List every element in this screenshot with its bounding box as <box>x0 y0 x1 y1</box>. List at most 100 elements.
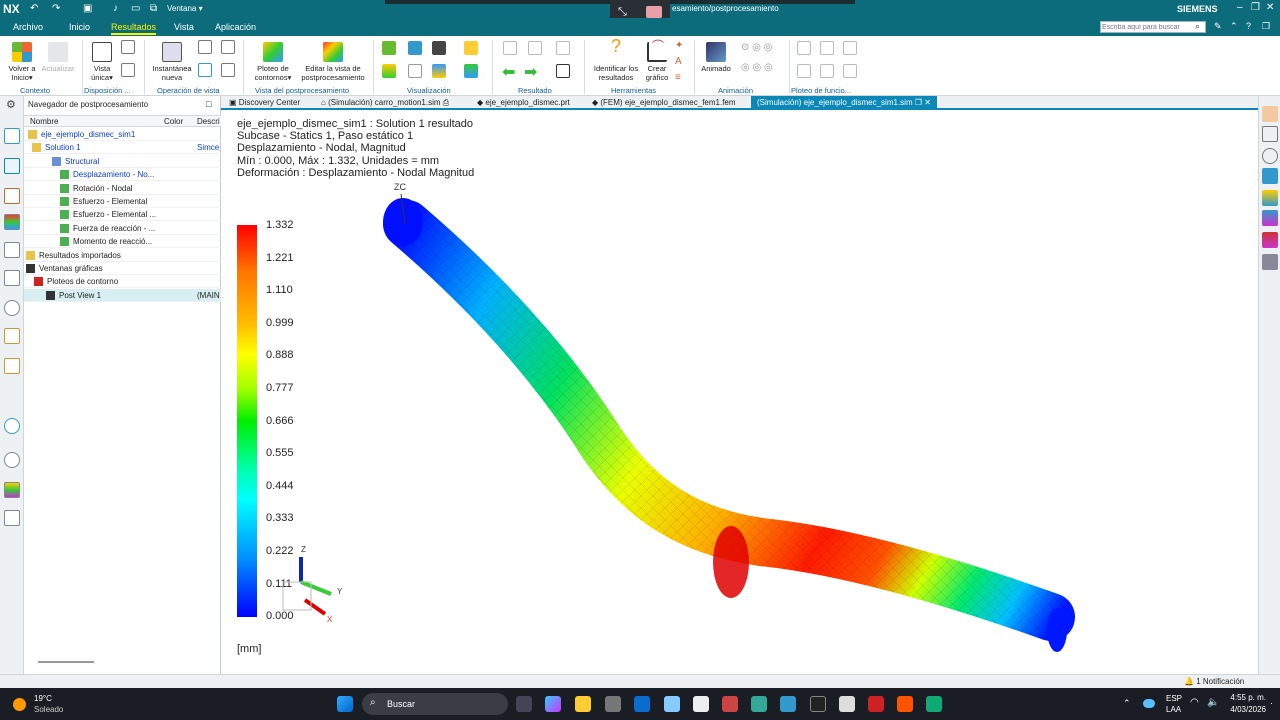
3d-app-icon[interactable] <box>926 696 942 712</box>
grid-icon[interactable] <box>4 242 20 258</box>
function-icon-6[interactable] <box>843 64 857 78</box>
create-graph-button[interactable]: ⌒ Crear gráfico <box>642 40 672 82</box>
web-icon[interactable] <box>4 418 20 434</box>
nx-taskbar-icon[interactable] <box>868 696 884 712</box>
brave-icon[interactable] <box>897 696 913 712</box>
search-icon[interactable]: ⌕ <box>1195 21 1200 32</box>
sim-navigator-icon[interactable] <box>4 188 20 204</box>
copy-icon[interactable]: ⧉ <box>150 3 157 14</box>
bell-icon[interactable] <box>4 300 20 316</box>
update-button[interactable]: Actualizar <box>40 42 76 73</box>
contour-plot-button[interactable]: Ploteo de contornos▾ <box>250 42 296 82</box>
group-disposicion[interactable]: Disposición ... <box>84 86 131 95</box>
tab-eje-fem[interactable]: ◆ (FEM) eje_ejemplo_dismec_fem1.fem <box>592 98 736 107</box>
nav-row[interactable]: Resultados importados <box>24 249 221 262</box>
display-icon-4[interactable] <box>464 41 478 55</box>
restore-small-icon[interactable]: ❐ <box>1262 21 1270 32</box>
horizontal-scrollbar[interactable] <box>38 661 94 663</box>
language-2[interactable]: LAA <box>1166 705 1181 714</box>
nav-row[interactable]: Desplazamiento - No... <box>24 168 221 182</box>
group-herramientas[interactable]: Herramientas <box>611 86 656 95</box>
function-icon-5[interactable] <box>820 64 834 78</box>
right-icon-6[interactable] <box>1262 210 1278 226</box>
notification-status[interactable]: 🔔 1 Notificación <box>1184 677 1244 686</box>
column-descripcion[interactable]: Descri <box>197 117 220 126</box>
notification-bell-icon[interactable]: · <box>1270 698 1273 708</box>
nav-row[interactable]: Rotación - Nodal <box>24 182 221 195</box>
close-icon[interactable]: ✕ <box>1266 2 1274 13</box>
view-op-icon-2[interactable] <box>221 40 235 54</box>
next-result-icon[interactable]: ➡ <box>524 62 537 82</box>
store-icon[interactable] <box>605 696 621 712</box>
tab-carro-motion[interactable]: ⌂ (Simulación) carro_motion1.sim ⎙ <box>321 98 449 108</box>
animate-button[interactable]: Animado <box>699 42 733 73</box>
previous-result-icon[interactable]: ⬅ <box>502 62 515 82</box>
result-icon-1[interactable] <box>503 41 517 55</box>
function-icon-4[interactable] <box>797 64 811 78</box>
tool-icon-3[interactable]: ≡ <box>675 72 689 86</box>
group-visualizacion[interactable]: Visualización <box>407 86 451 95</box>
cloud-icon[interactable] <box>1143 699 1155 708</box>
material-icon[interactable] <box>4 328 20 344</box>
display-icon-8[interactable] <box>464 64 478 78</box>
step-icon[interactable]: ◎ ◎ ◎ <box>741 62 773 73</box>
nav-row[interactable]: Esfuerzo - Elemental ... <box>24 208 221 222</box>
help-icon[interactable]: ? <box>1246 21 1251 31</box>
command-search[interactable]: ⌕ <box>1100 21 1206 33</box>
home-button[interactable]: Volver a Inicio▾ <box>6 42 38 82</box>
nav-row[interactable]: Momento de reacció... <box>24 235 221 249</box>
layout-icon[interactable] <box>121 63 135 77</box>
nav-row[interactable]: Structural <box>24 155 221 168</box>
wifi-icon[interactable]: ◠ <box>1190 697 1199 708</box>
window-menu[interactable]: Ventana ▾ <box>167 4 203 13</box>
sun-icon[interactable] <box>13 698 26 711</box>
customize-icon[interactable]: ✎ <box>1214 21 1222 32</box>
outlook-icon[interactable] <box>634 696 650 712</box>
display-icon-7[interactable] <box>432 64 446 78</box>
rotate-icon[interactable] <box>121 40 135 54</box>
tray-chevron-icon[interactable]: ⌃ <box>1123 698 1131 709</box>
assembly-navigator-icon[interactable] <box>4 128 20 144</box>
nav-row[interactable]: Ploteos de contorno <box>24 275 221 289</box>
redo-icon[interactable]: ↷ <box>52 3 60 14</box>
volume-icon[interactable]: 🔈 <box>1207 697 1219 708</box>
task-view-icon[interactable] <box>516 696 532 712</box>
nav-row[interactable]: Fuerza de reacción - ... <box>24 222 221 235</box>
clock-date[interactable]: 4/03/2026 <box>1230 705 1266 714</box>
result-icon-6[interactable] <box>556 64 570 78</box>
column-color[interactable]: Color <box>164 117 183 126</box>
nav-row[interactable]: Esfuerzo - Elemental <box>24 195 221 208</box>
language-1[interactable]: ESP <box>1166 694 1182 703</box>
menu-inicio[interactable]: Inicio <box>69 22 90 32</box>
menu-resultados[interactable]: Resultados <box>111 22 157 35</box>
menu-archivo[interactable]: Archivo <box>13 22 43 32</box>
tool-icon-1[interactable]: ✦ <box>675 40 689 54</box>
settings-icon[interactable]: ⚙ <box>6 98 16 111</box>
file-explorer-icon[interactable] <box>575 696 591 712</box>
contour-icon[interactable] <box>4 214 20 230</box>
app-icon-4[interactable] <box>839 696 855 712</box>
app-icon-3[interactable] <box>780 696 796 712</box>
restore-icon[interactable]: ❐ <box>1251 2 1260 13</box>
nav-row[interactable]: Solution 1 Simce <box>24 141 221 155</box>
group-ploteo-funcion[interactable]: Ploteo de funcio... <box>791 86 851 95</box>
terminal-icon[interactable] <box>810 696 826 712</box>
display-icon-5[interactable] <box>382 64 396 78</box>
search-input[interactable] <box>1102 22 1192 32</box>
right-icon-7[interactable] <box>1262 232 1278 248</box>
result-icon-3[interactable] <box>556 41 570 55</box>
right-icon-5[interactable] <box>1262 190 1278 206</box>
minimize-icon[interactable]: – <box>1237 2 1243 13</box>
nav-row[interactable]: eje_ejemplo_dismec_sim1 <box>24 128 221 141</box>
view-op-icon-3[interactable] <box>198 63 212 77</box>
nav-row[interactable]: Post View 1 (MAIN <box>24 288 221 302</box>
microphone-icon[interactable]: ♪ <box>113 3 118 14</box>
tools-icon[interactable] <box>4 510 20 526</box>
menu-aplicacion[interactable]: Aplicación <box>215 22 256 32</box>
right-icon-3[interactable] <box>1262 148 1278 164</box>
photos-icon[interactable] <box>664 696 680 712</box>
library-icon[interactable] <box>4 358 20 374</box>
palette-icon[interactable] <box>4 482 20 498</box>
right-icon-2[interactable] <box>1262 126 1278 142</box>
tab-eje-prt[interactable]: ◆ eje_ejemplo_dismec.prt <box>477 98 570 107</box>
